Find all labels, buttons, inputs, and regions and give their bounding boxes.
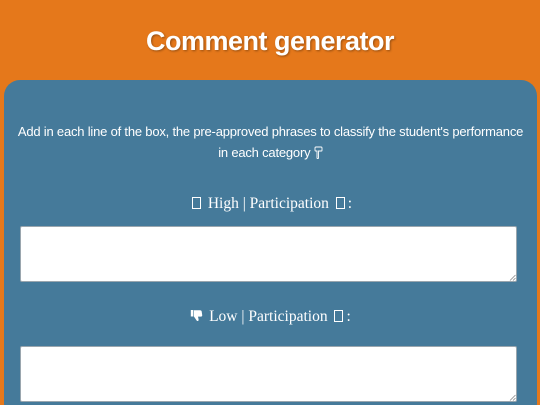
separator: | (241, 308, 245, 325)
category-participation: Participation (248, 308, 328, 325)
missing-glyph-icon (191, 197, 201, 209)
high-participation-textarea[interactable] (20, 226, 517, 282)
page-title: Comment generator (145, 26, 395, 56)
high-participation-label: High | Participation : (4, 195, 537, 213)
separator: | (242, 195, 246, 212)
level-high: High (207, 195, 239, 212)
page: Comment generator Add in each line of th… (0, 0, 540, 405)
label-suffix: : (347, 195, 353, 212)
thumbs-down-icon (190, 309, 203, 325)
missing-glyph-icon (334, 310, 344, 322)
instructions-text: Add in each line of the box, the pre-app… (17, 124, 524, 160)
form-card: Add in each line of the box, the pre-app… (4, 80, 537, 405)
level-low: Low (209, 308, 238, 325)
low-participation-label: Low | Participation : (4, 308, 537, 326)
pointing-down-icon (314, 145, 323, 160)
category-participation: Participation (249, 195, 329, 212)
instructions: Add in each line of the box, the pre-app… (14, 121, 527, 163)
low-participation-textarea[interactable] (20, 346, 517, 402)
label-suffix: : (346, 308, 351, 325)
missing-glyph-icon (335, 197, 345, 209)
